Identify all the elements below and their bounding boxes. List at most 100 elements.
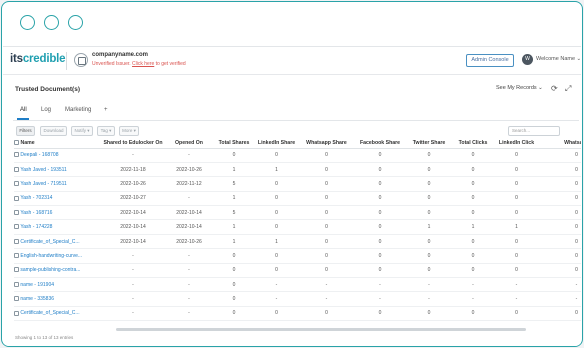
table-row[interactable]: Deepali - 168708- -0 0 0 0 0 0 0 0 xyxy=(14,148,581,163)
tab-all[interactable]: All xyxy=(20,107,27,113)
header-twitter-share[interactable]: Twitter Share xyxy=(406,138,452,149)
document-name-cell[interactable]: Yash - 174228 xyxy=(14,219,102,235)
document-link[interactable]: name - 191904 xyxy=(20,282,54,288)
row-checkbox[interactable] xyxy=(14,152,19,158)
row-checkbox[interactable] xyxy=(14,253,19,259)
table-cell: 0 xyxy=(539,148,581,163)
document-name-cell[interactable]: Yash - 168716 xyxy=(14,205,102,221)
table-cell: 0 xyxy=(214,248,254,264)
row-checkbox[interactable] xyxy=(14,224,19,230)
document-link[interactable]: Yash Javed - 193511 xyxy=(20,167,67,173)
table-cell: 0 xyxy=(214,291,254,307)
table-cell: 0 xyxy=(299,306,354,322)
row-checkbox[interactable] xyxy=(14,195,19,201)
refresh-icon[interactable]: ⟳ xyxy=(551,84,558,93)
header-total-shares[interactable]: Total Shares xyxy=(214,138,254,149)
search-input[interactable]: Search... xyxy=(508,126,560,136)
document-name-cell[interactable]: Yash Javed - 193511 xyxy=(14,162,102,178)
table-cell: 0 xyxy=(494,205,539,221)
document-link[interactable]: Deepali - 168708 xyxy=(20,152,58,158)
document-name-cell[interactable]: Certificate_of_Special_C... xyxy=(14,306,102,322)
window-dot-1[interactable] xyxy=(20,15,35,30)
admin-console-button[interactable]: Admin Console xyxy=(466,54,514,67)
document-name-cell[interactable]: sample-publishing-contra... xyxy=(14,263,102,279)
tab-log[interactable]: Log xyxy=(41,107,51,113)
header-linkedin-click[interactable]: LinkedIn Click xyxy=(494,138,539,149)
document-link[interactable]: sample-publishing-contra... xyxy=(20,267,80,273)
document-link[interactable]: Yash - 168716 xyxy=(20,210,52,216)
table-cell: 0 xyxy=(406,234,452,250)
document-name-cell[interactable]: name - 335836 xyxy=(14,291,102,307)
table-cell: 1 xyxy=(254,162,299,178)
window-dot-3[interactable] xyxy=(68,15,83,30)
header-linkedin-share[interactable]: LinkedIn Share xyxy=(254,138,299,149)
table-row[interactable]: Yash Javed - 193511 2022-11-18 2022-10-26 1… xyxy=(14,162,581,178)
header-name[interactable]: Name xyxy=(14,138,102,149)
table-cell: 0 xyxy=(254,248,299,264)
row-checkbox[interactable] xyxy=(14,310,19,316)
records-select[interactable]: See My Records ⌄ xyxy=(496,85,543,91)
filters-button[interactable]: Filters xyxy=(16,126,35,136)
header-facebook-share[interactable]: Facebook Share xyxy=(354,138,406,149)
document-name-cell[interactable]: Deepali - 168708 xyxy=(14,148,102,163)
tab-marketing[interactable]: Marketing xyxy=(65,107,91,113)
row-checkbox[interactable] xyxy=(14,181,19,187)
header-whatsapp-share[interactable]: Whatsapp Share xyxy=(299,138,354,149)
table-cell: 5 xyxy=(214,205,254,221)
select-all-checkbox[interactable] xyxy=(14,139,19,145)
notify-button[interactable]: Notify ▾ xyxy=(71,126,93,136)
document-link[interactable]: Certificate_of_Special_C... xyxy=(20,239,79,245)
table-cell: 0 xyxy=(406,191,452,207)
welcome-menu[interactable]: Welcome Name ⌄ xyxy=(536,56,581,62)
row-checkbox[interactable] xyxy=(14,267,19,273)
table-row[interactable]: English-handwriting-curve... - -0 0 0 0 0 0 0 0 xyxy=(14,248,581,264)
header-total-clicks[interactable]: Total Clicks xyxy=(452,138,494,149)
table-row[interactable]: name - 335836- -0- - - - - - - xyxy=(14,291,581,307)
table-cell: 2022-10-26 xyxy=(102,176,164,192)
table-cell: 0 xyxy=(406,205,452,221)
more-button[interactable]: More ▾ xyxy=(119,126,139,136)
table-cell: - xyxy=(102,148,164,163)
document-name-cell[interactable]: Certificate_of_Special_C... xyxy=(14,234,102,250)
table-cell: 0 xyxy=(494,263,539,279)
table-row[interactable]: Certificate_of_Special_C... - -0 0 0 0 0 0 0 0 xyxy=(14,306,581,322)
header-shared-on[interactable]: Shared to Edulocker On xyxy=(102,138,164,149)
document-link[interactable]: English-handwriting-curve... xyxy=(20,253,82,259)
horizontal-scrollbar[interactable] xyxy=(116,328,526,331)
table-row[interactable]: Yash - 702314 2022-10-27-1 0 0 0 0 0 0 0 xyxy=(14,191,581,207)
document-name-cell[interactable]: Yash Javed - 719511 xyxy=(14,176,102,192)
window-dot-2[interactable] xyxy=(44,15,59,30)
download-button[interactable]: Download xyxy=(40,126,67,136)
add-tab-button[interactable]: + xyxy=(104,107,108,113)
document-link[interactable]: Yash - 702314 xyxy=(20,195,52,201)
row-checkbox[interactable] xyxy=(14,166,19,172)
document-link[interactable]: Yash - 174228 xyxy=(20,224,52,230)
table-cell: 0 xyxy=(539,176,581,192)
header-opened-on[interactable]: Opened On xyxy=(164,138,214,149)
row-checkbox[interactable] xyxy=(14,296,19,302)
click-here-link[interactable]: Click here xyxy=(132,61,154,67)
header-whatsapp[interactable]: Whatsapp xyxy=(539,138,581,149)
document-name-cell[interactable]: Yash - 702314 xyxy=(14,191,102,207)
table-row[interactable]: Yash Javed - 719511 2022-10-26 2022-11-12 5… xyxy=(14,176,581,192)
table-row[interactable]: Yash - 174228 2022-10-14 2022-10-14 1 0 0 0 1 1 1… xyxy=(14,219,581,235)
table-cell: 5 xyxy=(214,176,254,192)
row-checkbox[interactable] xyxy=(14,281,19,287)
table-row[interactable]: sample-publishing-contra... - -0 0 0 0 0 0 0 0 xyxy=(14,263,581,279)
table-row[interactable]: Certificate_of_Special_C... 2022-10-14 202… xyxy=(14,234,581,250)
document-name-cell[interactable]: name - 191904 xyxy=(14,277,102,293)
expand-icon[interactable]: ⤢ xyxy=(565,84,571,94)
logo[interactable]: itscredible xyxy=(10,53,66,65)
table-cell: - xyxy=(406,277,452,293)
document-link[interactable]: Certificate_of_Special_C... xyxy=(20,310,79,316)
avatar[interactable]: W xyxy=(522,54,533,65)
table-row[interactable]: name - 191904- -0- - - - - - - xyxy=(14,277,581,293)
table-row[interactable]: Yash - 168716 2022-10-14 2022-10-14 5 0 0 0 0 0 0… xyxy=(14,205,581,221)
document-link[interactable]: Yash Javed - 719511 xyxy=(20,181,67,187)
row-checkbox[interactable] xyxy=(14,209,19,215)
document-name-cell[interactable]: English-handwriting-curve... xyxy=(14,248,102,264)
row-checkbox[interactable] xyxy=(14,238,19,244)
document-link[interactable]: name - 335836 xyxy=(20,296,54,302)
tabs-divider xyxy=(13,120,579,121)
tag-button[interactable]: Tag ▾ xyxy=(97,126,115,136)
